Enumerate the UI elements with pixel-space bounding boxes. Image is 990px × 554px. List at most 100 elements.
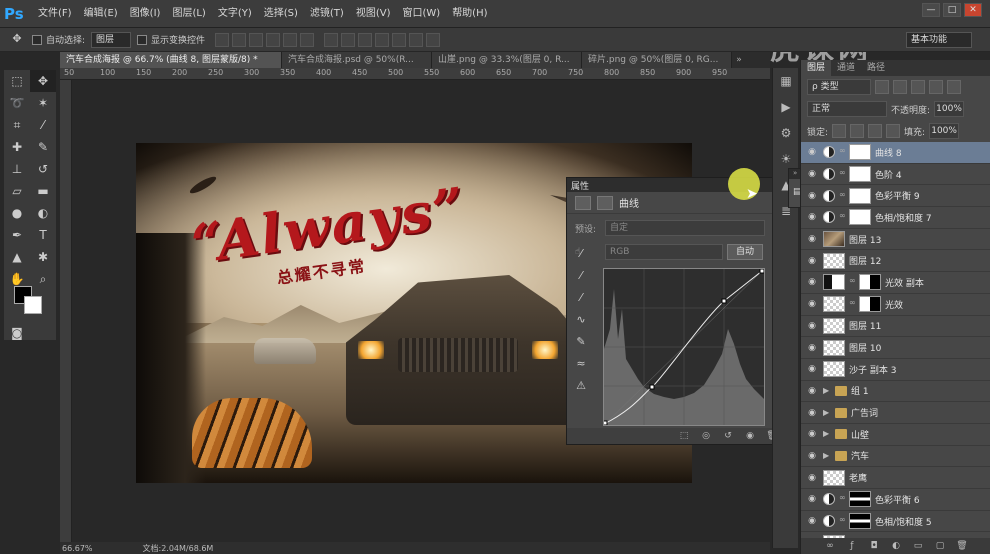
clone-stamp-icon[interactable]: ⊥	[4, 158, 30, 180]
menu-item[interactable]: 文字(Y)	[212, 0, 258, 28]
layer-mask-thumbnail[interactable]	[849, 209, 871, 226]
visibility-eye-icon[interactable]: ◉	[805, 232, 819, 246]
visibility-eye-icon[interactable]: ◉	[805, 210, 819, 224]
lasso-tool-icon[interactable]: ➰	[4, 92, 30, 114]
curves-graph-svg[interactable]	[602, 268, 765, 426]
auto-select-checkbox[interactable]	[32, 34, 42, 45]
layer-thumbnail[interactable]	[823, 231, 845, 248]
align-bottom-button[interactable]	[249, 32, 264, 47]
menu-item[interactable]: 视图(V)	[350, 0, 397, 28]
visibility-eye-icon[interactable]: ◉	[805, 406, 819, 420]
layer-thumbnail[interactable]	[823, 339, 845, 356]
layer-row[interactable]: ◉ ∞ 光效 副本	[801, 272, 990, 294]
filter-adjustment-icon[interactable]	[893, 80, 907, 94]
distribute-right-button[interactable]	[409, 32, 424, 47]
black-point-eyedropper-icon[interactable]: ⁄	[571, 244, 591, 264]
visibility-eye-icon[interactable]: ◉	[805, 254, 819, 268]
marquee-tool-icon[interactable]: ⬚	[4, 70, 30, 92]
visibility-eye-icon[interactable]: ◉	[805, 167, 819, 181]
filter-smart-icon[interactable]	[947, 80, 961, 94]
workspace-dropdown[interactable]: 基本功能	[906, 32, 972, 48]
layer-row[interactable]: ◉ ▶ 组 1	[801, 381, 990, 403]
auto-select-option[interactable]: 自动选择:	[32, 33, 85, 46]
background-color-swatch[interactable]	[24, 296, 42, 314]
menu-item[interactable]: 选择(S)	[258, 0, 304, 28]
layer-mask-thumbnail[interactable]	[849, 513, 871, 530]
layer-row[interactable]: ◉ ∞ 色彩平衡 9	[801, 185, 990, 208]
menu-item[interactable]: 编辑(E)	[78, 0, 124, 28]
layer-row[interactable]: ◉ 沙子 副本 3	[801, 359, 990, 381]
add-mask-icon[interactable]: ◘	[868, 540, 880, 552]
layer-filter-dropdown[interactable]: ρ 类型	[807, 79, 871, 95]
filter-shape-icon[interactable]	[929, 80, 943, 94]
gradient-tool-icon[interactable]: ▬	[30, 180, 56, 202]
expand-group-icon[interactable]: ▶	[823, 451, 831, 461]
layer-thumbnail[interactable]	[823, 252, 845, 269]
view-previous-icon[interactable]: ◎	[699, 430, 713, 442]
visibility-eye-icon[interactable]: ◉	[805, 449, 819, 463]
distribute-vcenter-button[interactable]	[341, 32, 356, 47]
layer-row[interactable]: ◉ 老鹰	[801, 467, 990, 489]
auto-button[interactable]: 自动	[727, 244, 763, 260]
mask-link-icon[interactable]: ∞	[839, 190, 846, 202]
filter-pixel-icon[interactable]	[875, 80, 889, 94]
layer-row[interactable]: ◉ 图层 10	[801, 337, 990, 359]
distribute-left-button[interactable]	[375, 32, 390, 47]
layers-panel-tab[interactable]: 通道	[831, 60, 861, 76]
document-tab[interactable]: 汽车合成海报.psd @ 50%(R...	[282, 52, 432, 68]
expand-group-icon[interactable]: ▶	[823, 408, 831, 418]
opacity-input[interactable]: 100%	[934, 101, 965, 117]
expand-group-icon[interactable]: ▶	[823, 386, 831, 396]
maximize-button[interactable]: □	[943, 3, 961, 17]
document-tab[interactable]: 汽车合成海报 @ 66.7% (曲线 8, 图层蒙版/8) *	[60, 52, 282, 68]
layer-row[interactable]: ◉ ▶ 山壁	[801, 424, 990, 446]
distribute-bottom-button[interactable]	[358, 32, 373, 47]
layer-row[interactable]: ◉ ∞ 色阶 4	[801, 164, 990, 186]
minimize-button[interactable]: —	[922, 3, 940, 17]
visibility-icon[interactable]: ◉	[743, 430, 757, 442]
filter-type-icon[interactable]	[911, 80, 925, 94]
layer-row[interactable]: ◉ ▶ 汽车	[801, 446, 990, 468]
magic-wand-icon[interactable]: ✶	[30, 92, 56, 114]
curves-graph[interactable]	[602, 268, 765, 426]
layer-row[interactable]: ◉ 图层 13	[801, 229, 990, 251]
eyedropper-icon[interactable]: ⁄	[30, 114, 56, 136]
layer-row[interactable]: ◉ ∞ 色彩平衡 6	[801, 489, 990, 511]
layer-mask-thumbnail[interactable]	[859, 296, 881, 313]
visibility-eye-icon[interactable]: ◉	[805, 514, 819, 528]
layer-mask-thumbnail[interactable]	[849, 144, 871, 161]
lock-image-icon[interactable]	[850, 124, 865, 138]
align-right-button[interactable]	[300, 32, 315, 47]
new-group-icon[interactable]: ▭	[912, 540, 924, 552]
gray-point-eyedropper-icon[interactable]: ⁄	[571, 266, 591, 286]
brush-tool-icon[interactable]: ✎	[30, 136, 56, 158]
align-top-button[interactable]	[215, 32, 230, 47]
mask-link-icon[interactable]: ∞	[849, 276, 856, 288]
layer-mask-thumbnail[interactable]	[859, 274, 881, 291]
eraser-tool-icon[interactable]: ▱	[4, 180, 30, 202]
curves-adjustment-icon[interactable]	[575, 195, 591, 210]
distribute-hcenter-button[interactable]	[392, 32, 407, 47]
curve-point-high[interactable]	[721, 298, 727, 304]
lock-position-icon[interactable]	[868, 124, 883, 138]
layer-row[interactable]: ◉ ∞ 色相/饱和度 5	[801, 511, 990, 533]
show-transform-checkbox[interactable]	[137, 34, 148, 45]
visibility-eye-icon[interactable]: ◉	[805, 492, 819, 506]
layer-row[interactable]: ◉ ∞ 曲线 8	[801, 142, 990, 164]
new-adjustment-icon[interactable]: ◐	[890, 540, 902, 552]
preset-dropdown[interactable]: 自定	[605, 220, 765, 236]
actions-panel-icon[interactable]: ▶	[773, 94, 799, 120]
mask-link-icon[interactable]: ∞	[839, 146, 846, 158]
channel-dropdown[interactable]: RGB	[605, 244, 723, 260]
healing-brush-icon[interactable]: ✚	[4, 136, 30, 158]
type-tool-icon[interactable]: T	[30, 224, 56, 246]
expand-group-icon[interactable]: ▶	[823, 429, 831, 439]
layer-style-icon[interactable]: ƒ	[846, 540, 858, 552]
layer-row[interactable]: ◉ ∞ 色相/饱和度 7	[801, 207, 990, 229]
layer-thumbnail[interactable]	[823, 296, 845, 313]
menu-item[interactable]: 图层(L)	[166, 0, 211, 28]
lock-all-icon[interactable]	[886, 124, 901, 138]
zoom-tool-icon[interactable]: ⌕	[30, 268, 56, 290]
layer-row[interactable]: ◉ ▶ 广告词	[801, 402, 990, 424]
visibility-eye-icon[interactable]: ◉	[805, 471, 819, 485]
